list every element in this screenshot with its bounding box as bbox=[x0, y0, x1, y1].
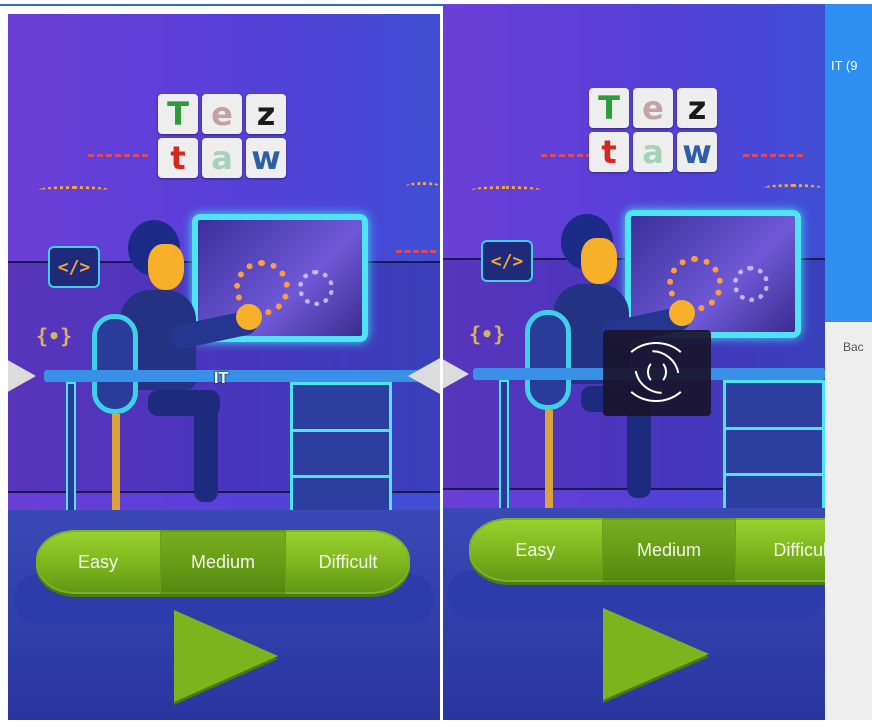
top-border-line bbox=[0, 4, 443, 6]
easy-button[interactable]: Easy bbox=[36, 530, 160, 594]
logo-tile: a bbox=[202, 138, 242, 178]
logo-tile: w bbox=[677, 132, 717, 172]
play-icon[interactable] bbox=[603, 608, 709, 700]
play-icon[interactable] bbox=[174, 610, 278, 702]
logo-tile: t bbox=[589, 132, 629, 172]
easy-button[interactable]: Easy bbox=[469, 518, 602, 582]
medium-button[interactable]: Medium bbox=[160, 530, 285, 594]
teztaw-logo: T e z t a w bbox=[589, 88, 717, 172]
logo-tile: e bbox=[202, 94, 242, 134]
side-panel-title: IT (9 bbox=[831, 58, 858, 73]
side-panel: IT (9 Bac bbox=[825, 0, 872, 722]
teztaw-logo: T e z t a w bbox=[158, 94, 286, 178]
chevron-right-icon[interactable] bbox=[408, 358, 440, 394]
logo-tile: w bbox=[246, 138, 286, 178]
logo-tile: T bbox=[589, 88, 629, 128]
logo-tile: z bbox=[677, 88, 717, 128]
difficulty-selector: Easy Medium Difficult bbox=[36, 530, 410, 594]
difficult-button[interactable]: Difficult bbox=[735, 518, 825, 582]
loading-overlay bbox=[603, 330, 711, 416]
chevron-left-icon[interactable] bbox=[8, 358, 36, 394]
difficult-button[interactable]: Difficult bbox=[285, 530, 410, 594]
logo-tile: e bbox=[633, 88, 673, 128]
logo-tile: z bbox=[246, 94, 286, 134]
code-tag-icon: </> bbox=[481, 240, 533, 282]
game-screen-left: </> {•} T e z t a w IT Easy Medium Diffi… bbox=[8, 14, 440, 720]
category-label: IT bbox=[214, 370, 229, 387]
logo-tile: t bbox=[158, 138, 198, 178]
medium-button[interactable]: Medium bbox=[601, 518, 736, 582]
code-tag-icon: </> bbox=[48, 246, 100, 288]
logo-tile: a bbox=[633, 132, 673, 172]
logo-tile: T bbox=[158, 94, 198, 134]
chevron-left-icon[interactable] bbox=[443, 356, 469, 392]
back-button[interactable]: Bac bbox=[843, 340, 864, 354]
difficulty-selector: Easy Medium Difficult bbox=[469, 518, 825, 582]
